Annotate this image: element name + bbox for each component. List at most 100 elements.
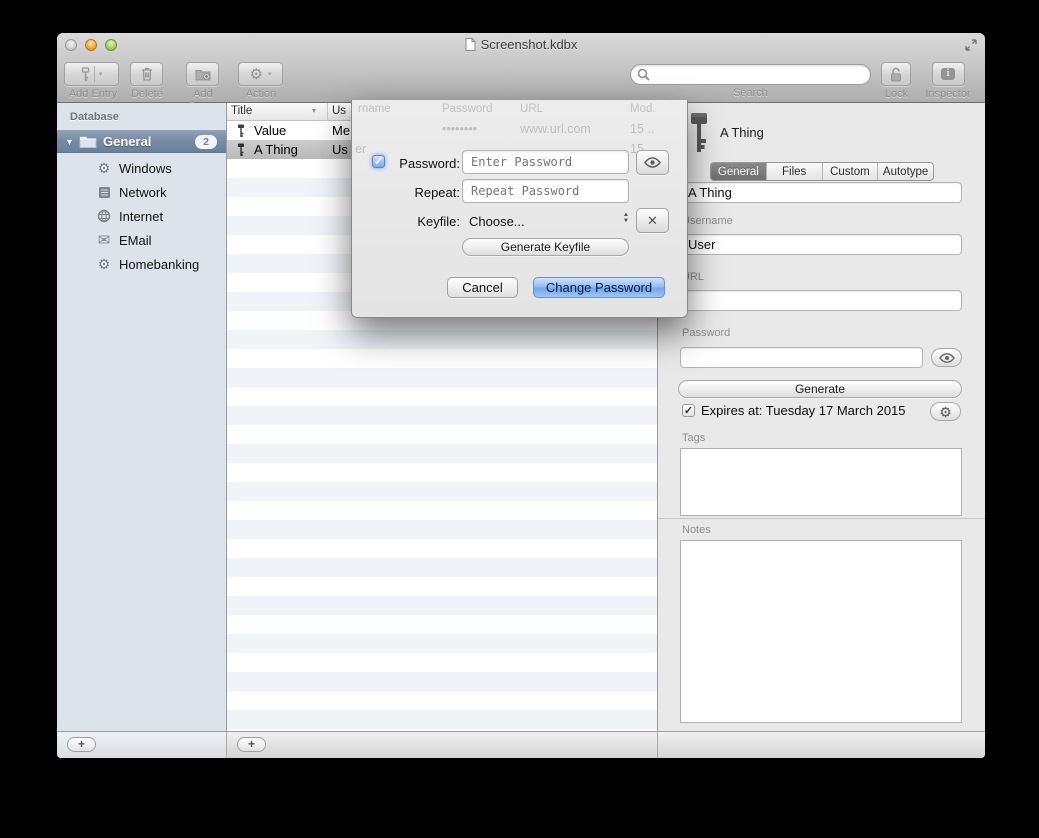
lock-button[interactable] [881,62,911,86]
add-entry-footer-button[interactable]: + [237,737,266,752]
ghost-url-header: URL [520,103,543,115]
window-chrome: Screenshot.kdbx ▾ Add Entry Delete [57,33,985,103]
search-label: Search [630,87,871,99]
ghost-username-value: er [355,142,366,156]
title-field[interactable] [680,182,962,203]
tab-autotype[interactable]: Autotype [878,163,933,180]
generate-password-button[interactable]: Generate [678,380,962,398]
chevron-down-icon[interactable]: ▾ [99,70,103,78]
sheet-repeat-label: Repeat: [372,185,460,200]
folder-icon [79,135,97,148]
ghost-url-value: www.url.com [520,122,591,136]
cancel-button[interactable]: Cancel [447,277,518,298]
sidebar-group-general[interactable]: ▼ General 2 [57,130,226,153]
url-field[interactable] [680,290,962,311]
expires-checkbox[interactable]: ✓ [682,404,695,417]
sidebar-item-homebanking[interactable]: ⚙ Homebanking [57,252,226,276]
stepper-down-icon: ▼ [623,218,629,224]
envelope-icon: ✉ [96,233,112,248]
tab-custom[interactable]: Custom [823,163,879,180]
disclosure-triangle-icon[interactable]: ▼ [65,137,77,147]
clear-keyfile-button[interactable]: ✕ [636,208,669,233]
sidebar-item-label: Network [119,185,167,200]
sheet-reveal-password-button[interactable] [636,150,669,175]
sidebar-section-header: Database [70,111,119,123]
sheet-password-input[interactable] [462,150,629,174]
sidebar-footer: + [57,732,227,758]
inspector-footer [658,732,985,758]
unlock-icon [889,67,903,82]
tags-input[interactable] [680,448,962,516]
eye-icon [644,157,661,168]
fullscreen-icon[interactable] [964,38,978,52]
close-icon: ✕ [647,213,658,229]
sidebar-item-label: Windows [119,161,172,176]
tags-label: Tags [682,432,705,444]
group-count-badge: 2 [195,135,217,149]
add-group-footer-button[interactable]: + [67,737,96,752]
sidebar-item-internet[interactable]: Internet [57,204,226,228]
inspector-tabs: General Files Custom Autotype [710,162,934,181]
sidebar-item-email[interactable]: ✉ EMail [57,228,226,252]
expires-settings-button[interactable]: ⚙ [930,402,961,421]
generate-keyfile-button[interactable]: Generate Keyfile [462,238,629,256]
document-icon [465,38,476,51]
delete-button[interactable] [130,62,163,86]
change-password-sheet: rname Password URL Mod. •••••••• www.url… [351,100,688,318]
key-icon [237,143,245,157]
titlebar[interactable]: Screenshot.kdbx [57,33,985,56]
search-icon [637,68,650,81]
chevron-down-icon: ▾ [268,70,272,78]
column-header-username[interactable]: Us [332,105,346,117]
sheet-password-label: Password: [372,156,460,171]
entry-title: A Thing [254,142,332,157]
ghost-modified-value: 15 .. [630,122,654,136]
column-header-title[interactable]: Title [231,105,252,117]
username-field[interactable] [680,234,962,255]
delete-label: Delete [130,88,164,100]
inspector-entry-title: A Thing [720,125,764,140]
toolbar: ▾ Add Entry Delete Add Group ⚙ ▾ [57,56,985,103]
split-divider [94,66,95,82]
gear-icon: ⚙ [96,161,112,175]
notes-input[interactable] [680,540,962,723]
column-divider[interactable] [327,103,328,121]
entry-title: Value [254,123,332,138]
tab-general[interactable]: General [711,163,767,180]
sheet-repeat-input[interactable] [462,179,629,203]
inspector-label: Inspector [923,88,973,100]
expires-row: ✓ Expires at: Tuesday 17 March 2015 [682,403,906,418]
tab-files[interactable]: Files [767,163,823,180]
sidebar-item-label: Homebanking [119,257,199,272]
server-icon [96,186,112,199]
app-window: Screenshot.kdbx ▾ Add Entry Delete [57,33,985,758]
notes-label: Notes [682,524,711,536]
search-area: Search [630,64,871,99]
bottom-bar: + + [57,731,985,758]
add-entry-button[interactable]: ▾ [64,62,119,86]
ghost-password-dots: •••••••• [442,122,477,136]
window-title: Screenshot.kdbx [57,37,985,52]
add-group-button[interactable] [186,62,219,86]
gear-icon: ⚙ [250,67,263,82]
sort-indicator-icon: ▾ [312,106,316,115]
entry-key-icon [686,111,712,155]
password-field[interactable] [680,347,923,368]
list-footer: + [227,732,658,758]
action-button[interactable]: ⚙ ▾ [238,62,283,86]
change-password-button[interactable]: Change Password [533,277,665,298]
popup-stepper-icon[interactable]: ▲ ▼ [623,212,629,224]
reveal-password-button[interactable] [931,348,962,367]
key-icon [237,124,245,138]
inspector-button[interactable]: i [932,62,965,86]
info-icon: i [941,68,955,80]
globe-icon [96,209,112,223]
eye-icon [939,353,955,363]
search-input[interactable] [630,64,871,85]
sidebar-item-windows[interactable]: ⚙ Windows [57,156,226,180]
sheet-keyfile-label: Keyfile: [372,214,460,229]
entry-username: Me [332,123,350,138]
action-label: Action [238,88,284,100]
keyfile-popup[interactable]: Choose... [469,214,525,229]
sidebar-item-network[interactable]: Network [57,180,226,204]
